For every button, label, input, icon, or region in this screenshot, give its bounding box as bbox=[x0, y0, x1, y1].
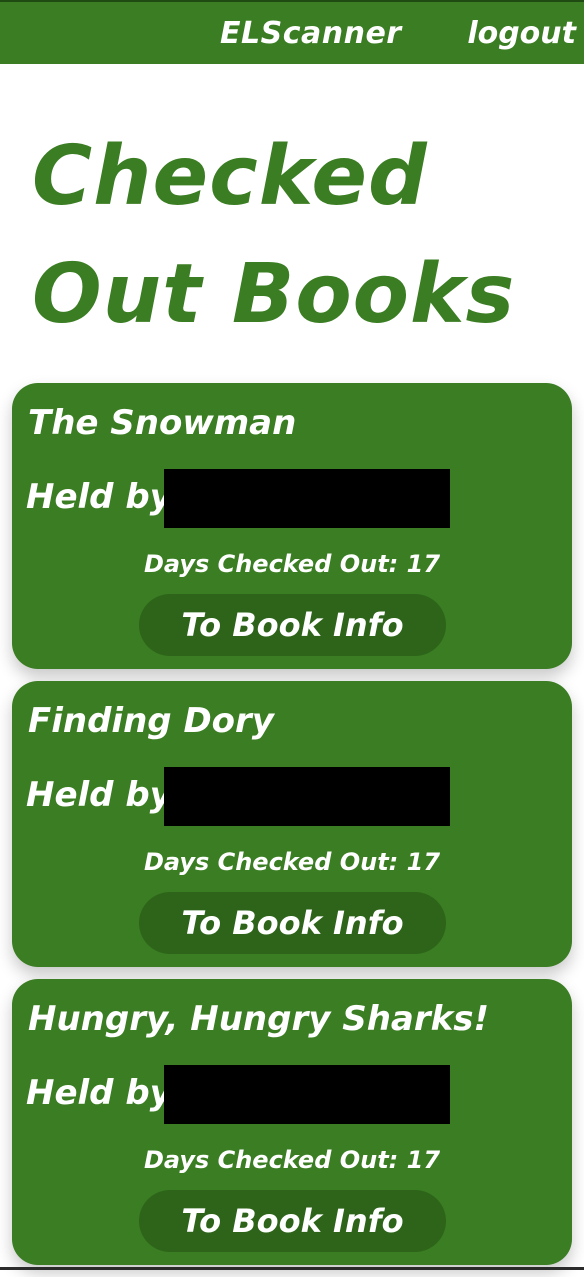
days-checked-out-value: 17 bbox=[406, 1146, 441, 1174]
days-checked-out-label: Days Checked Out: bbox=[143, 848, 399, 876]
page-title: Checked Out Books bbox=[32, 129, 516, 342]
logout-link[interactable]: logout bbox=[467, 16, 576, 51]
book-card: Finding Dory Held by: Days Checked Out: … bbox=[12, 681, 572, 967]
book-title: Hungry, Hungry Sharks! bbox=[28, 999, 489, 1039]
days-checked-out-label: Days Checked Out: bbox=[143, 1146, 399, 1174]
to-book-info-button[interactable]: To Book Info bbox=[139, 594, 446, 656]
top-nav-bar: ELScanner logout bbox=[0, 0, 584, 64]
book-title: The Snowman bbox=[28, 403, 297, 443]
checked-out-books-list: The Snowman Held by: Days Checked Out: 1… bbox=[12, 383, 572, 1277]
held-by-label: Held by: bbox=[26, 1073, 186, 1113]
brand-title[interactable]: ELScanner bbox=[220, 16, 402, 51]
days-checked-out-value: 17 bbox=[406, 848, 441, 876]
days-checked-out-value: 17 bbox=[406, 550, 441, 578]
held-by-redacted-value bbox=[164, 767, 450, 826]
held-by-label: Held by: bbox=[26, 775, 186, 815]
book-card: The Snowman Held by: Days Checked Out: 1… bbox=[12, 383, 572, 669]
days-checked-out-row: Days Checked Out: 17 bbox=[12, 550, 572, 578]
days-checked-out-label: Days Checked Out: bbox=[143, 550, 399, 578]
to-book-info-button[interactable]: To Book Info bbox=[139, 1190, 446, 1252]
held-by-label: Held by: bbox=[26, 477, 186, 517]
days-checked-out-row: Days Checked Out: 17 bbox=[12, 848, 572, 876]
held-by-redacted-value bbox=[164, 1065, 450, 1124]
to-book-info-button[interactable]: To Book Info bbox=[139, 892, 446, 954]
held-by-redacted-value bbox=[164, 469, 450, 528]
book-title: Finding Dory bbox=[28, 701, 274, 741]
days-checked-out-row: Days Checked Out: 17 bbox=[12, 1146, 572, 1174]
book-card: Hungry, Hungry Sharks! Held by: Days Che… bbox=[12, 979, 572, 1265]
